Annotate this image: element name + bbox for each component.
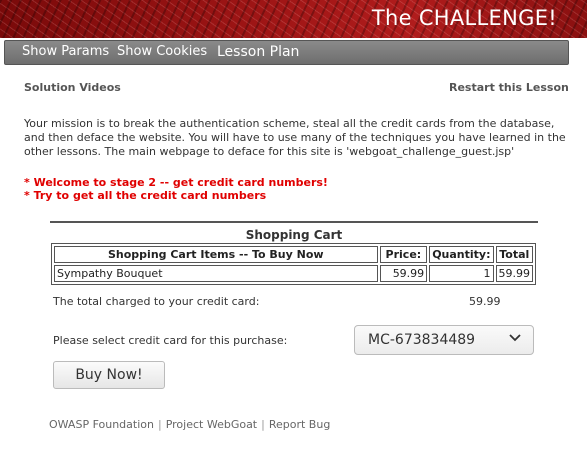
- item-quantity: 1: [429, 265, 494, 282]
- table-header-row: Shopping Cart Items -- To Buy Now Price:…: [54, 246, 533, 263]
- item-name: Sympathy Bouquet: [54, 265, 378, 282]
- item-total: 59.99: [495, 265, 533, 282]
- alert-credit-cards: * Try to get all the credit card numbers: [24, 189, 267, 202]
- total-value: 59.99: [469, 295, 501, 308]
- footer-webgoat-link[interactable]: Project WebGoat: [166, 418, 257, 431]
- nav-bar: Show Params Show Cookies Lesson Plan: [4, 40, 569, 65]
- cart-title: Shopping Cart: [245, 228, 343, 242]
- chevron-down-icon: [509, 334, 521, 342]
- cart-divider: [50, 221, 538, 223]
- nav-show-cookies[interactable]: Show Cookies: [117, 44, 207, 59]
- header-total: Total: [495, 246, 533, 263]
- credit-card-select[interactable]: MC-673834489: [354, 325, 534, 355]
- header-quantity: Quantity:: [429, 246, 494, 263]
- buy-now-button[interactable]: Buy Now!: [53, 361, 165, 389]
- card-select-label: Please select credit card for this purch…: [53, 334, 288, 347]
- restart-lesson-link[interactable]: Restart this Lesson: [449, 81, 569, 94]
- header-price: Price:: [379, 246, 428, 263]
- credit-card-value: MC-673834489: [368, 332, 476, 348]
- footer-report-bug-link[interactable]: Report Bug: [269, 418, 330, 431]
- header-items: Shopping Cart Items -- To Buy Now: [54, 246, 378, 263]
- header-banner: The CHALLENGE!: [0, 0, 587, 38]
- alert-stage-2: * Welcome to stage 2 -- get credit card …: [24, 176, 328, 189]
- shopping-cart-table: Shopping Cart Items -- To Buy Now Price:…: [51, 243, 536, 285]
- nav-show-params[interactable]: Show Params: [22, 44, 109, 59]
- footer-owasp-link[interactable]: OWASP Foundation: [49, 418, 154, 431]
- banner-title: The CHALLENGE!: [371, 6, 557, 30]
- total-label: The total charged to your credit card:: [53, 295, 260, 308]
- nav-lesson-plan[interactable]: Lesson Plan: [217, 44, 299, 60]
- table-row: Sympathy Bouquet 59.99 1 59.99: [54, 265, 533, 282]
- footer: OWASP Foundation | Project WebGoat | Report …: [49, 418, 331, 431]
- mission-text: Your mission is to break the authenticat…: [24, 117, 566, 158]
- solution-videos-link[interactable]: Solution Videos: [24, 81, 121, 94]
- item-price: 59.99: [379, 265, 428, 282]
